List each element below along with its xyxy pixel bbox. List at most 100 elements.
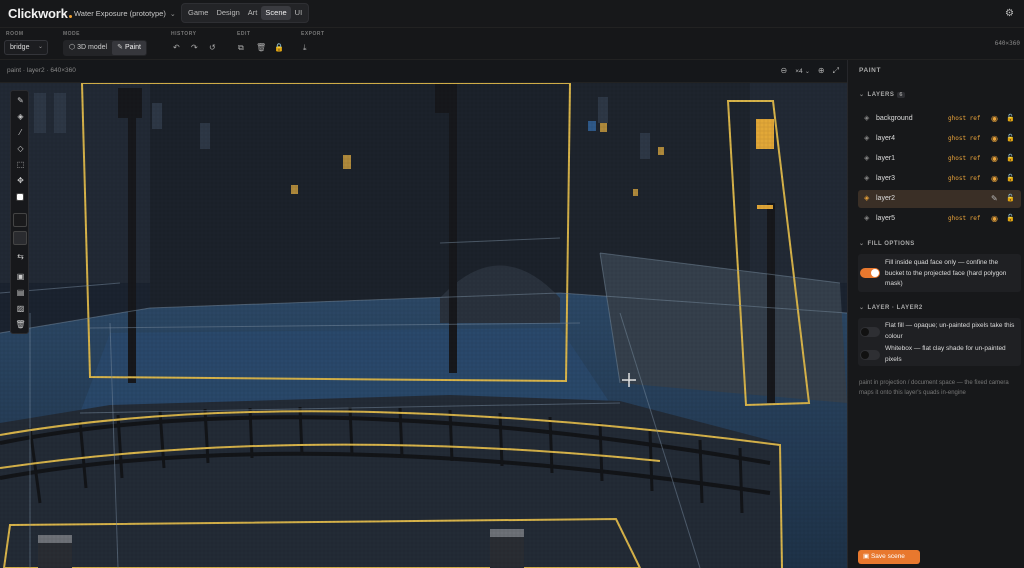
- ghost-ref-tag[interactable]: ghost ref: [948, 155, 981, 162]
- layer-row-active[interactable]: ◈ layer2 ✎ 🔓: [858, 190, 1021, 208]
- history-label: HISTORY: [171, 31, 197, 37]
- top-bar: Clickwork Water Exposure (prototype) ⌄ Ga…: [0, 0, 1024, 28]
- chevron-down-icon: ⌄: [37, 44, 43, 50]
- fill-options-box: Fill inside quad face only — confine the…: [858, 254, 1021, 292]
- lock-icon[interactable]: 🔓: [1006, 214, 1015, 223]
- ghost-ref-tag[interactable]: ghost ref: [948, 215, 981, 222]
- whitebox-toggle[interactable]: [860, 350, 880, 360]
- project-selector[interactable]: Water Exposure (prototype) ⌄: [74, 9, 176, 18]
- pencil-icon[interactable]: ✎: [15, 95, 26, 106]
- chevron-down-icon: ⌄: [859, 92, 865, 98]
- cube-icon: ⬡: [69, 44, 76, 51]
- layer-row[interactable]: ◈ layer1 ghost ref ◉ 🔓: [858, 150, 1021, 168]
- save-scene-button[interactable]: ▣ Save scene: [858, 550, 920, 564]
- ghost-ref-tag[interactable]: ghost ref: [948, 175, 981, 182]
- layer-name: layer2: [876, 195, 896, 202]
- eraser-icon[interactable]: ◇: [15, 143, 26, 154]
- tab-ui[interactable]: UI: [291, 6, 307, 20]
- primary-color-swatch[interactable]: [13, 213, 27, 227]
- layer-frame-icon[interactable]: ▤: [15, 287, 26, 298]
- import-icon[interactable]: ▣: [15, 271, 26, 282]
- fill-bucket-icon[interactable]: ◈: [15, 111, 26, 122]
- lock-icon[interactable]: 🔓: [1006, 174, 1015, 183]
- save-scene-label: Save scene: [870, 553, 905, 560]
- canvas-panel: paint · layer2 · 640×360 ⊖ ×4 ⌄ ⊕ ⤢ ✎ ◈ …: [0, 60, 847, 568]
- paint-sidebar: PAINT ⌄ LAYERS 6 ◈ background ghost ref ◉ …: [847, 60, 1024, 568]
- trash-icon[interactable]: 🗑: [256, 43, 266, 53]
- zoom-value: ×4: [795, 68, 803, 75]
- mode-switch: ⬡ 3D model ✎ Paint: [63, 40, 147, 56]
- layer-row[interactable]: ◈ layer3 ghost ref ◉ 🔓: [858, 170, 1021, 188]
- main-tabs: Game Design Art Scene UI: [181, 3, 310, 23]
- trash-icon[interactable]: 🗑: [15, 319, 26, 330]
- export-label: EXPORT: [301, 31, 325, 37]
- fullscreen-icon[interactable]: ⤢: [833, 65, 839, 78]
- toggle-knob: [861, 351, 869, 359]
- image-icon[interactable]: ▨: [15, 303, 26, 314]
- room-value: bridge: [10, 44, 30, 51]
- layers-icon: ◈: [864, 135, 870, 142]
- paint-canvas[interactable]: [0, 83, 847, 568]
- redo-icon[interactable]: ↷: [191, 43, 198, 53]
- fill-options-header[interactable]: ⌄ FILL OPTIONS: [859, 240, 915, 247]
- mode-paint-button[interactable]: ✎ Paint: [112, 41, 146, 55]
- layer-name: background: [876, 115, 913, 122]
- mode-3d-label: 3D model: [77, 44, 108, 51]
- tab-scene[interactable]: Scene: [261, 6, 291, 20]
- tab-design[interactable]: Design: [212, 6, 243, 20]
- layer-name: layer1: [876, 155, 896, 162]
- fill-options-label: FILL OPTIONS: [867, 241, 915, 247]
- eye-icon[interactable]: ◉: [991, 134, 998, 143]
- layer-row[interactable]: ◈ layer5 ghost ref ◉ 🔓: [858, 210, 1021, 228]
- eye-icon[interactable]: ◉: [991, 174, 998, 183]
- gear-icon[interactable]: ⚙: [1005, 9, 1014, 19]
- eye-icon[interactable]: ◉: [991, 114, 998, 123]
- layers-section-header[interactable]: ⌄ LAYERS 6: [859, 91, 905, 98]
- fill-inside-toggle[interactable]: [860, 268, 880, 278]
- flat-fill-toggle[interactable]: [860, 327, 880, 337]
- foreground-swatch[interactable]: [16, 193, 24, 201]
- layers-icon: ◈: [864, 195, 870, 202]
- layer-options-box: Flat fill — opaque; un-painted pixels ta…: [858, 318, 1021, 366]
- ghost-ref-tag[interactable]: ghost ref: [948, 135, 981, 142]
- room-label: ROOM: [6, 31, 24, 37]
- undo-icon[interactable]: ↶: [173, 43, 180, 53]
- chevron-down-icon: ⌄: [169, 11, 176, 18]
- duplicate-icon[interactable]: ⧉: [238, 43, 244, 53]
- layer-name: layer4: [876, 135, 896, 142]
- app-logo[interactable]: Clickwork: [8, 6, 72, 21]
- room-select[interactable]: bridge ⌄: [4, 40, 48, 55]
- tab-art[interactable]: Art: [244, 6, 262, 20]
- eyedropper-icon[interactable]: ⁄: [15, 127, 26, 138]
- layers-icon: ◈: [864, 155, 870, 162]
- lock-icon[interactable]: 🔓: [1006, 154, 1015, 163]
- layer-section-header[interactable]: ⌄ LAYER · LAYER2: [859, 304, 923, 311]
- select-icon[interactable]: ⬚: [15, 159, 26, 170]
- sidebar-title: PAINT: [859, 67, 882, 74]
- layers-icon: ◈: [864, 215, 870, 222]
- eye-icon[interactable]: ◉: [991, 214, 998, 223]
- layer-row[interactable]: ◈ background ghost ref ◉ 🔓: [858, 110, 1021, 128]
- swap-colors-icon[interactable]: ⇆: [15, 251, 26, 262]
- zoom-select[interactable]: ×4 ⌄: [795, 65, 810, 78]
- pencil-icon[interactable]: ✎: [991, 194, 998, 203]
- eye-icon[interactable]: ◉: [991, 154, 998, 163]
- reset-icon[interactable]: ↺: [209, 43, 216, 53]
- layers-count: 6: [897, 92, 905, 98]
- move-icon[interactable]: ✥: [15, 175, 26, 186]
- ghost-ref-tag[interactable]: ghost ref: [948, 115, 981, 122]
- download-icon[interactable]: ⤓: [303, 43, 307, 53]
- zoom-in-icon[interactable]: ⊕: [818, 65, 825, 78]
- layer-row[interactable]: ◈ layer4 ghost ref ◉ 🔓: [858, 130, 1021, 148]
- tab-game[interactable]: Game: [184, 6, 212, 20]
- lock-icon[interactable]: 🔓: [1006, 194, 1015, 203]
- layers-icon: ◈: [864, 175, 870, 182]
- lock-icon[interactable]: 🔓: [1006, 134, 1015, 143]
- lock-icon[interactable]: 🔓: [1006, 114, 1015, 123]
- lock-icon[interactable]: 🔒: [274, 43, 284, 53]
- toggle-knob: [871, 269, 879, 277]
- mode-3d-button[interactable]: ⬡ 3D model: [64, 41, 112, 55]
- zoom-out-icon[interactable]: ⊖: [781, 65, 788, 78]
- zoom-controls: ⊖ ×4 ⌄ ⊕ ⤢: [781, 65, 840, 78]
- secondary-color-swatch[interactable]: [13, 231, 27, 245]
